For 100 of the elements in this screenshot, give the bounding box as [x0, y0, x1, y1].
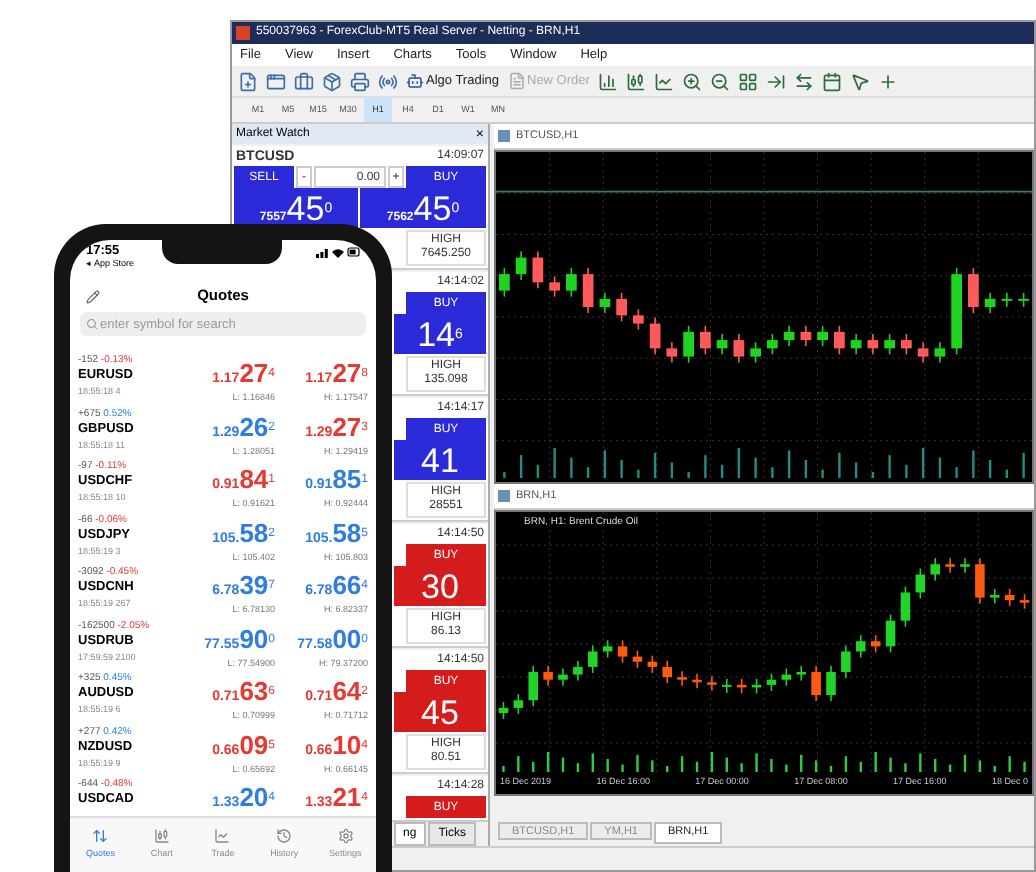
chart-icon — [498, 490, 510, 502]
line-chart-icon — [214, 828, 231, 845]
price-digits: 39 — [239, 570, 269, 600]
price-superscript: 0 — [268, 633, 275, 645]
candle — [566, 267, 577, 298]
candle — [901, 333, 912, 356]
buy-price[interactable]: 14$^{6}$ — [394, 314, 486, 354]
edit-icon[interactable] — [86, 289, 100, 303]
price-digits: 58 — [332, 517, 362, 547]
toolbar-icon[interactable] — [625, 71, 646, 91]
toolbar-icon[interactable] — [737, 71, 758, 91]
candle — [683, 325, 694, 364]
price-digits: 66 — [332, 570, 362, 600]
price-digits: 45 — [421, 693, 459, 731]
toolbar-icon[interactable] — [653, 71, 674, 91]
candle — [800, 325, 812, 347]
candle — [767, 333, 778, 356]
candle — [796, 665, 806, 682]
candle — [960, 557, 970, 574]
candle — [781, 667, 792, 687]
candle — [662, 660, 672, 684]
candle — [856, 634, 866, 659]
candle — [900, 585, 911, 628]
price-digits: 27 — [239, 358, 269, 388]
price-digits: 20 — [239, 782, 269, 812]
candle — [733, 333, 745, 364]
clock-icon — [276, 828, 293, 845]
candle — [817, 325, 828, 347]
search-icon — [86, 318, 98, 330]
candle — [751, 678, 762, 695]
candle — [532, 250, 544, 290]
candle — [750, 341, 761, 364]
candlestick-icon — [153, 828, 170, 845]
price-digits: 27 — [332, 411, 362, 441]
candle — [588, 644, 598, 674]
toolbar-icon[interactable] — [294, 71, 314, 91]
toolbar-icon[interactable] — [709, 71, 730, 91]
buy-price[interactable]: 45 — [394, 692, 486, 732]
price-superscript: 1 — [361, 474, 368, 486]
toolbar-icon[interactable] — [597, 71, 618, 91]
candle — [826, 665, 836, 702]
candle — [649, 316, 661, 356]
candle — [573, 660, 583, 682]
candle — [528, 665, 538, 708]
candle — [811, 665, 821, 702]
toolbar-icon[interactable] — [793, 71, 814, 91]
price-superscript: 8 — [361, 368, 368, 380]
price-superscript: 0 — [361, 633, 368, 645]
price-digits: 45 — [413, 189, 452, 227]
price-superscript: 6 — [268, 686, 275, 698]
toolbar-icon[interactable] — [322, 71, 342, 91]
price-superscript: 0 — [451, 202, 460, 216]
candle — [884, 333, 895, 356]
price-digits: 30 — [421, 567, 459, 605]
candle — [975, 557, 985, 605]
candle — [582, 267, 594, 314]
toolbar-icon[interactable] — [238, 71, 258, 91]
candle — [707, 675, 717, 692]
price-superscript: 1 — [268, 474, 275, 486]
price-superscript: 5 — [361, 527, 368, 539]
candle — [716, 333, 728, 356]
candle — [945, 557, 955, 574]
buy-price[interactable]: 30 — [394, 566, 486, 606]
candle — [700, 325, 711, 356]
buy-price[interactable]: 41 — [394, 440, 486, 480]
candle — [930, 557, 940, 582]
toolbar-icon[interactable] — [849, 71, 870, 91]
document-icon — [507, 72, 525, 90]
candle — [934, 341, 946, 364]
candle — [841, 644, 851, 679]
toolbar-icon[interactable] — [350, 71, 370, 91]
price-superscript: 4 — [268, 368, 275, 380]
candle — [867, 333, 879, 356]
price-superscript: 6 — [455, 328, 463, 342]
price-digits: 10 — [332, 729, 362, 759]
candle — [834, 325, 845, 356]
candle — [722, 678, 732, 694]
toolbar-icon[interactable] — [266, 71, 286, 91]
toolbar-icon[interactable] — [378, 71, 398, 91]
candle — [984, 292, 996, 314]
candle — [850, 333, 862, 356]
price-superscript: 5 — [268, 739, 275, 751]
price-digits: 21 — [332, 782, 362, 812]
phone-notch — [162, 240, 282, 264]
robot-icon — [406, 72, 424, 90]
toolbar-icon[interactable] — [877, 71, 898, 91]
candle — [783, 325, 795, 347]
candle — [617, 639, 628, 664]
toolbar-icon[interactable] — [765, 71, 786, 91]
app-icon — [236, 26, 250, 40]
price-digits: 45 — [286, 189, 325, 227]
candle — [1019, 593, 1030, 610]
candle — [633, 308, 644, 331]
price-superscript: 2 — [268, 421, 275, 433]
price-superscript: 4 — [361, 739, 368, 751]
toolbar-icon[interactable] — [821, 71, 842, 91]
candle — [599, 292, 611, 314]
price-digits: 64 — [332, 676, 362, 706]
candle — [917, 341, 929, 364]
toolbar-icon[interactable] — [681, 71, 702, 91]
